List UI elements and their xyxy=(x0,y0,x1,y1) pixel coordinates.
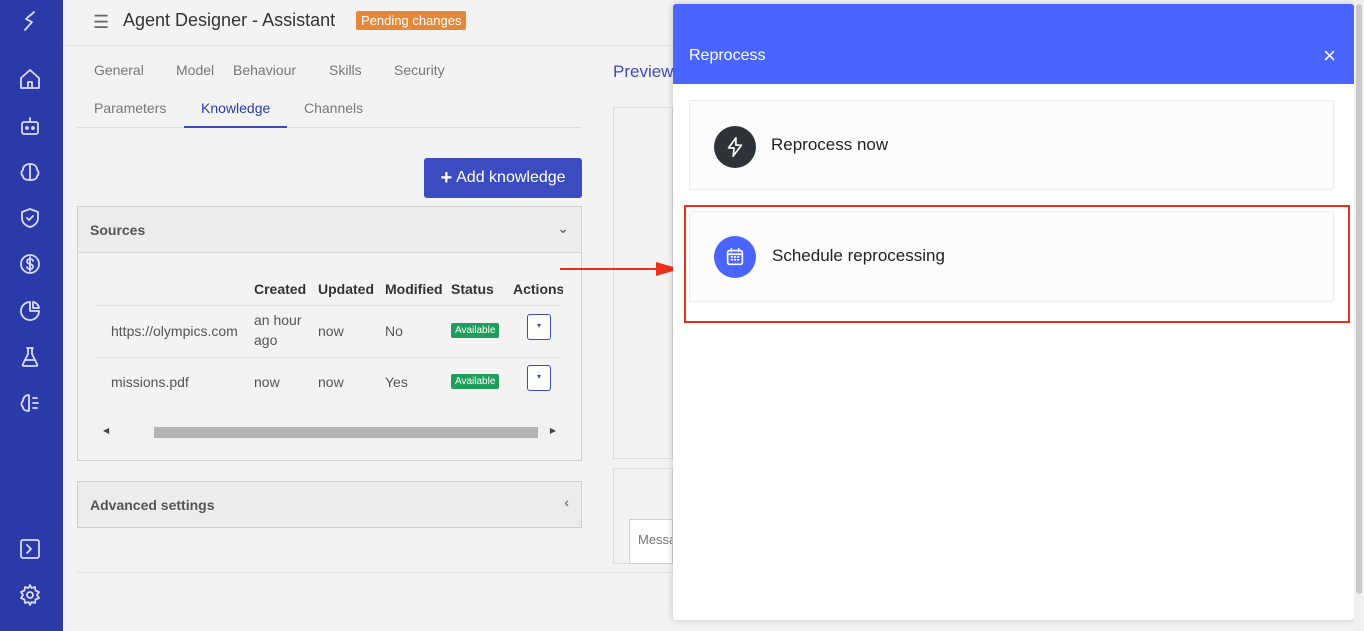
plus-icon: + xyxy=(440,166,453,189)
reprocess-now-option[interactable]: Reprocess now xyxy=(689,100,1334,190)
brain-icon[interactable] xyxy=(17,159,43,185)
column-header: Updated xyxy=(318,281,374,297)
column-header: Status xyxy=(451,281,494,297)
status-badge: Available xyxy=(451,374,500,389)
tab-channels[interactable]: Channels xyxy=(287,92,380,128)
sources-header[interactable]: Sources ⌄ xyxy=(78,207,581,253)
menu-icon[interactable]: ☰ xyxy=(93,12,109,33)
sources-title: Sources xyxy=(90,222,146,238)
advanced-settings-title: Advanced settings xyxy=(90,497,215,513)
option-label: Reprocess now xyxy=(771,135,889,154)
flask-icon[interactable] xyxy=(17,344,43,370)
add-knowledge-button[interactable]: + Add knowledge xyxy=(424,158,582,198)
tab-bar: General Model Behaviour Skills Security … xyxy=(77,54,581,128)
close-icon[interactable]: × xyxy=(1323,45,1336,67)
terminal-icon[interactable] xyxy=(17,536,43,562)
home-icon[interactable] xyxy=(17,66,43,92)
divider xyxy=(96,357,561,358)
add-knowledge-label: Add knowledge xyxy=(456,169,566,186)
table-cell: now xyxy=(318,374,344,390)
preview-panel xyxy=(613,107,673,459)
sidebar xyxy=(0,0,63,631)
vertical-scrollbar[interactable] xyxy=(1354,0,1364,631)
tab-behaviour[interactable]: Behaviour xyxy=(216,54,313,90)
scroll-left-icon[interactable]: ◀ xyxy=(103,426,109,435)
scroll-thumb[interactable] xyxy=(154,427,538,438)
table-cell: Yes xyxy=(385,374,408,390)
preview-title: Preview xyxy=(613,62,674,81)
table-cell: https://olympics.com xyxy=(111,323,238,339)
advanced-settings-panel[interactable]: Advanced settings ‹ xyxy=(77,481,582,528)
lightning-icon xyxy=(714,126,756,168)
shield-icon[interactable] xyxy=(17,205,43,231)
chevron-down-icon[interactable]: ⌄ xyxy=(557,220,569,237)
tab-security[interactable]: Security xyxy=(377,54,462,90)
table-cell: an hour ago xyxy=(254,312,302,348)
status-badge: Pending changes xyxy=(356,11,467,30)
column-header: Actions xyxy=(513,281,563,297)
gear-icon[interactable] xyxy=(17,582,43,608)
pie-chart-icon[interactable] xyxy=(17,298,43,324)
table-cell: now xyxy=(254,374,280,390)
table-cell: now xyxy=(318,323,344,339)
dialog-header: Reprocess × xyxy=(673,4,1354,84)
dialog-title: Reprocess xyxy=(689,47,766,64)
divider xyxy=(77,572,677,573)
annotation-arrow xyxy=(560,262,680,276)
table-cell: No xyxy=(385,323,403,339)
horizontal-scrollbar[interactable]: ◀ ▶ xyxy=(98,425,561,439)
divider xyxy=(96,305,561,306)
actions-dropdown-button[interactable]: ▾ xyxy=(527,365,551,391)
column-header: Created xyxy=(254,281,307,297)
dollar-icon[interactable] xyxy=(17,251,43,277)
actions-dropdown-button[interactable]: ▾ xyxy=(527,314,551,340)
sources-panel: Sources ⌄ Created Updated Modified Statu… xyxy=(77,206,582,461)
tab-general[interactable]: General xyxy=(77,54,161,90)
tab-knowledge[interactable]: Knowledge xyxy=(184,92,288,128)
tab-skills[interactable]: Skills xyxy=(312,54,379,90)
column-header: Modified xyxy=(385,281,443,297)
status-badge: Available xyxy=(451,323,500,338)
message-input[interactable]: Messa xyxy=(629,519,673,564)
table-cell: missions.pdf xyxy=(111,374,189,390)
scroll-thumb[interactable] xyxy=(1356,4,1362,594)
robot-icon[interactable] xyxy=(17,113,43,139)
neural-icon[interactable] xyxy=(17,390,43,416)
highlight-box xyxy=(684,205,1350,323)
logo-icon[interactable] xyxy=(17,8,43,34)
tab-parameters[interactable]: Parameters xyxy=(77,92,183,128)
page-title: Agent Designer - Assistant xyxy=(123,10,336,30)
chevron-left-icon[interactable]: ‹ xyxy=(564,494,569,510)
scroll-right-icon[interactable]: ▶ xyxy=(550,426,556,435)
